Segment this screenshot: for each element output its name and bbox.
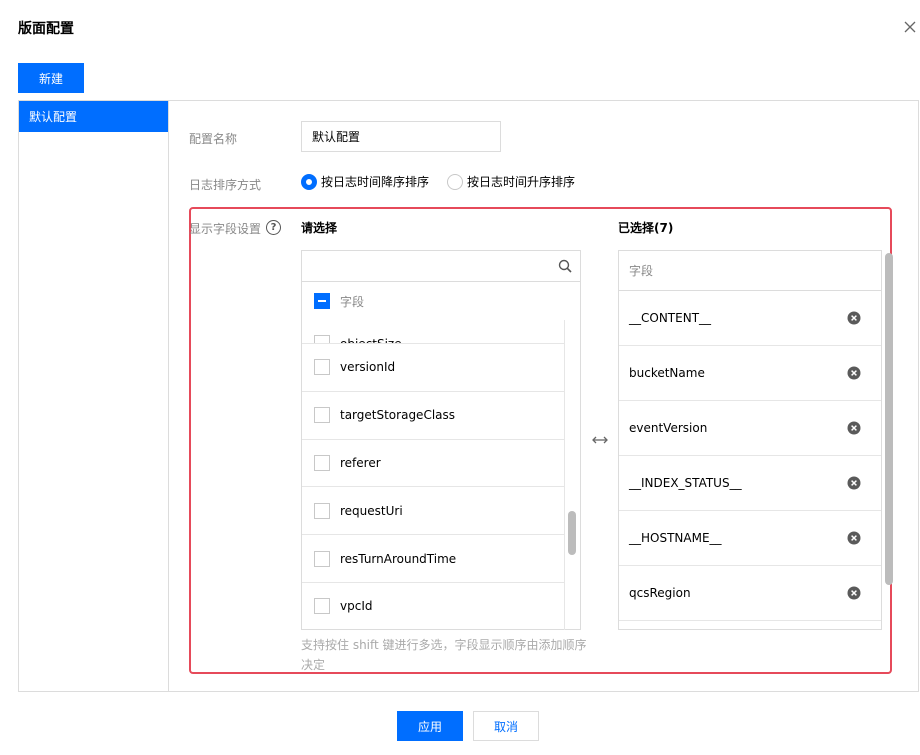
item-label: versionId [340,360,396,375]
source-header: 字段 [302,282,580,320]
help-icon[interactable]: ? [266,220,281,235]
selected-item[interactable]: eventVersion [619,401,881,456]
sort-desc-radio[interactable]: 按日志时间降序排序 [301,173,429,190]
config-panel: 默认配置 配置名称 默认配置 日志排序方式 按日志时间降序排序 按日志时间升序排… [18,100,919,692]
selected-item-label: __INDEX_STATUS__ [629,476,742,490]
remove-circle-icon[interactable] [847,586,861,600]
selected-item-label: eventVersion [629,421,708,435]
item-checkbox[interactable] [314,550,330,567]
source-header-label: 字段 [340,294,365,309]
close-icon [904,21,916,33]
source-search-input[interactable] [302,251,580,282]
list-item[interactable]: referer [302,438,564,487]
selected-item[interactable]: __HOSTNAME__ [619,511,881,566]
selected-transfer-box: 字段 __CONTENT__ bucketName eventVersion _… [618,250,882,630]
remove-circle-icon[interactable] [847,421,861,435]
item-checkbox[interactable] [314,359,330,376]
item-checkbox[interactable] [314,598,330,615]
close-button[interactable] [903,20,919,40]
source-hint: 支持按住 shift 键进行多选，字段显示顺序由添加顺序决定 [301,638,587,672]
source-transfer-box: 字段 objectSize versionId targetStorageCla… [301,250,581,630]
selected-item-label: bucketName [629,366,705,380]
transfer-arrows-icon [592,436,608,444]
source-title: 请选择 [301,221,338,235]
cancel-button[interactable]: 取消 [473,711,539,741]
source-list: objectSize versionId targetStorageClass … [302,320,565,630]
list-item[interactable]: vpcId [302,581,564,630]
selected-item-label: qcsRegion [629,586,691,600]
new-config-button[interactable]: 新建 [18,63,84,93]
dialog-title: 版面配置 [18,21,74,37]
remove-circle-icon[interactable] [847,311,861,325]
select-all-checkbox[interactable] [314,293,330,309]
remove-circle-icon[interactable] [847,531,861,545]
selected-item-label: __CONTENT__ [629,311,712,325]
config-name-input[interactable]: 默认配置 [301,121,501,152]
selected-item[interactable]: __CONTENT__ [619,291,881,346]
fields-label: 显示字段设置 [189,222,262,236]
selected-header: 字段 [619,251,881,291]
item-label: resTurnAroundTime [340,551,457,566]
selected-item[interactable]: qcsRegion [619,566,881,621]
item-checkbox[interactable] [314,335,330,343]
item-label: targetStorageClass [340,408,456,423]
sort-desc-label: 按日志时间降序排序 [321,175,430,189]
radio-unchecked-icon [447,173,463,190]
selected-item-label: __HOSTNAME__ [629,531,722,545]
item-label: objectSize [340,337,402,343]
item-label: referer [340,455,381,470]
apply-button[interactable]: 应用 [397,711,463,741]
selected-item[interactable]: __INDEX_STATUS__ [619,456,881,511]
sort-label: 日志排序方式 [189,178,262,192]
list-item[interactable]: objectSize [302,320,564,343]
list-item[interactable]: targetStorageClass [302,390,564,439]
list-item[interactable]: resTurnAroundTime [302,534,564,582]
sort-asc-label: 按日志时间升序排序 [467,175,576,189]
item-label: vpcId [340,599,373,614]
item-checkbox[interactable] [314,454,330,471]
remove-circle-icon[interactable] [847,476,861,490]
remove-circle-icon[interactable] [847,366,861,380]
config-item-default[interactable]: 默认配置 [19,101,168,132]
search-icon[interactable] [558,259,572,273]
selected-title: 已选择(7) [618,221,674,235]
item-checkbox[interactable] [314,502,330,519]
item-label: requestUri [340,503,403,518]
sort-asc-radio[interactable]: 按日志时间升序排序 [447,173,575,190]
radio-checked-icon [301,173,317,190]
item-checkbox[interactable] [314,407,330,424]
source-scrollbar[interactable] [568,511,576,555]
config-name-label: 配置名称 [189,132,238,146]
list-item[interactable]: requestUri [302,486,564,534]
selected-scrollbar[interactable] [885,253,893,585]
config-list: 默认配置 [19,101,169,691]
selected-item[interactable]: bucketName [619,346,881,401]
list-item[interactable]: versionId [302,343,564,391]
